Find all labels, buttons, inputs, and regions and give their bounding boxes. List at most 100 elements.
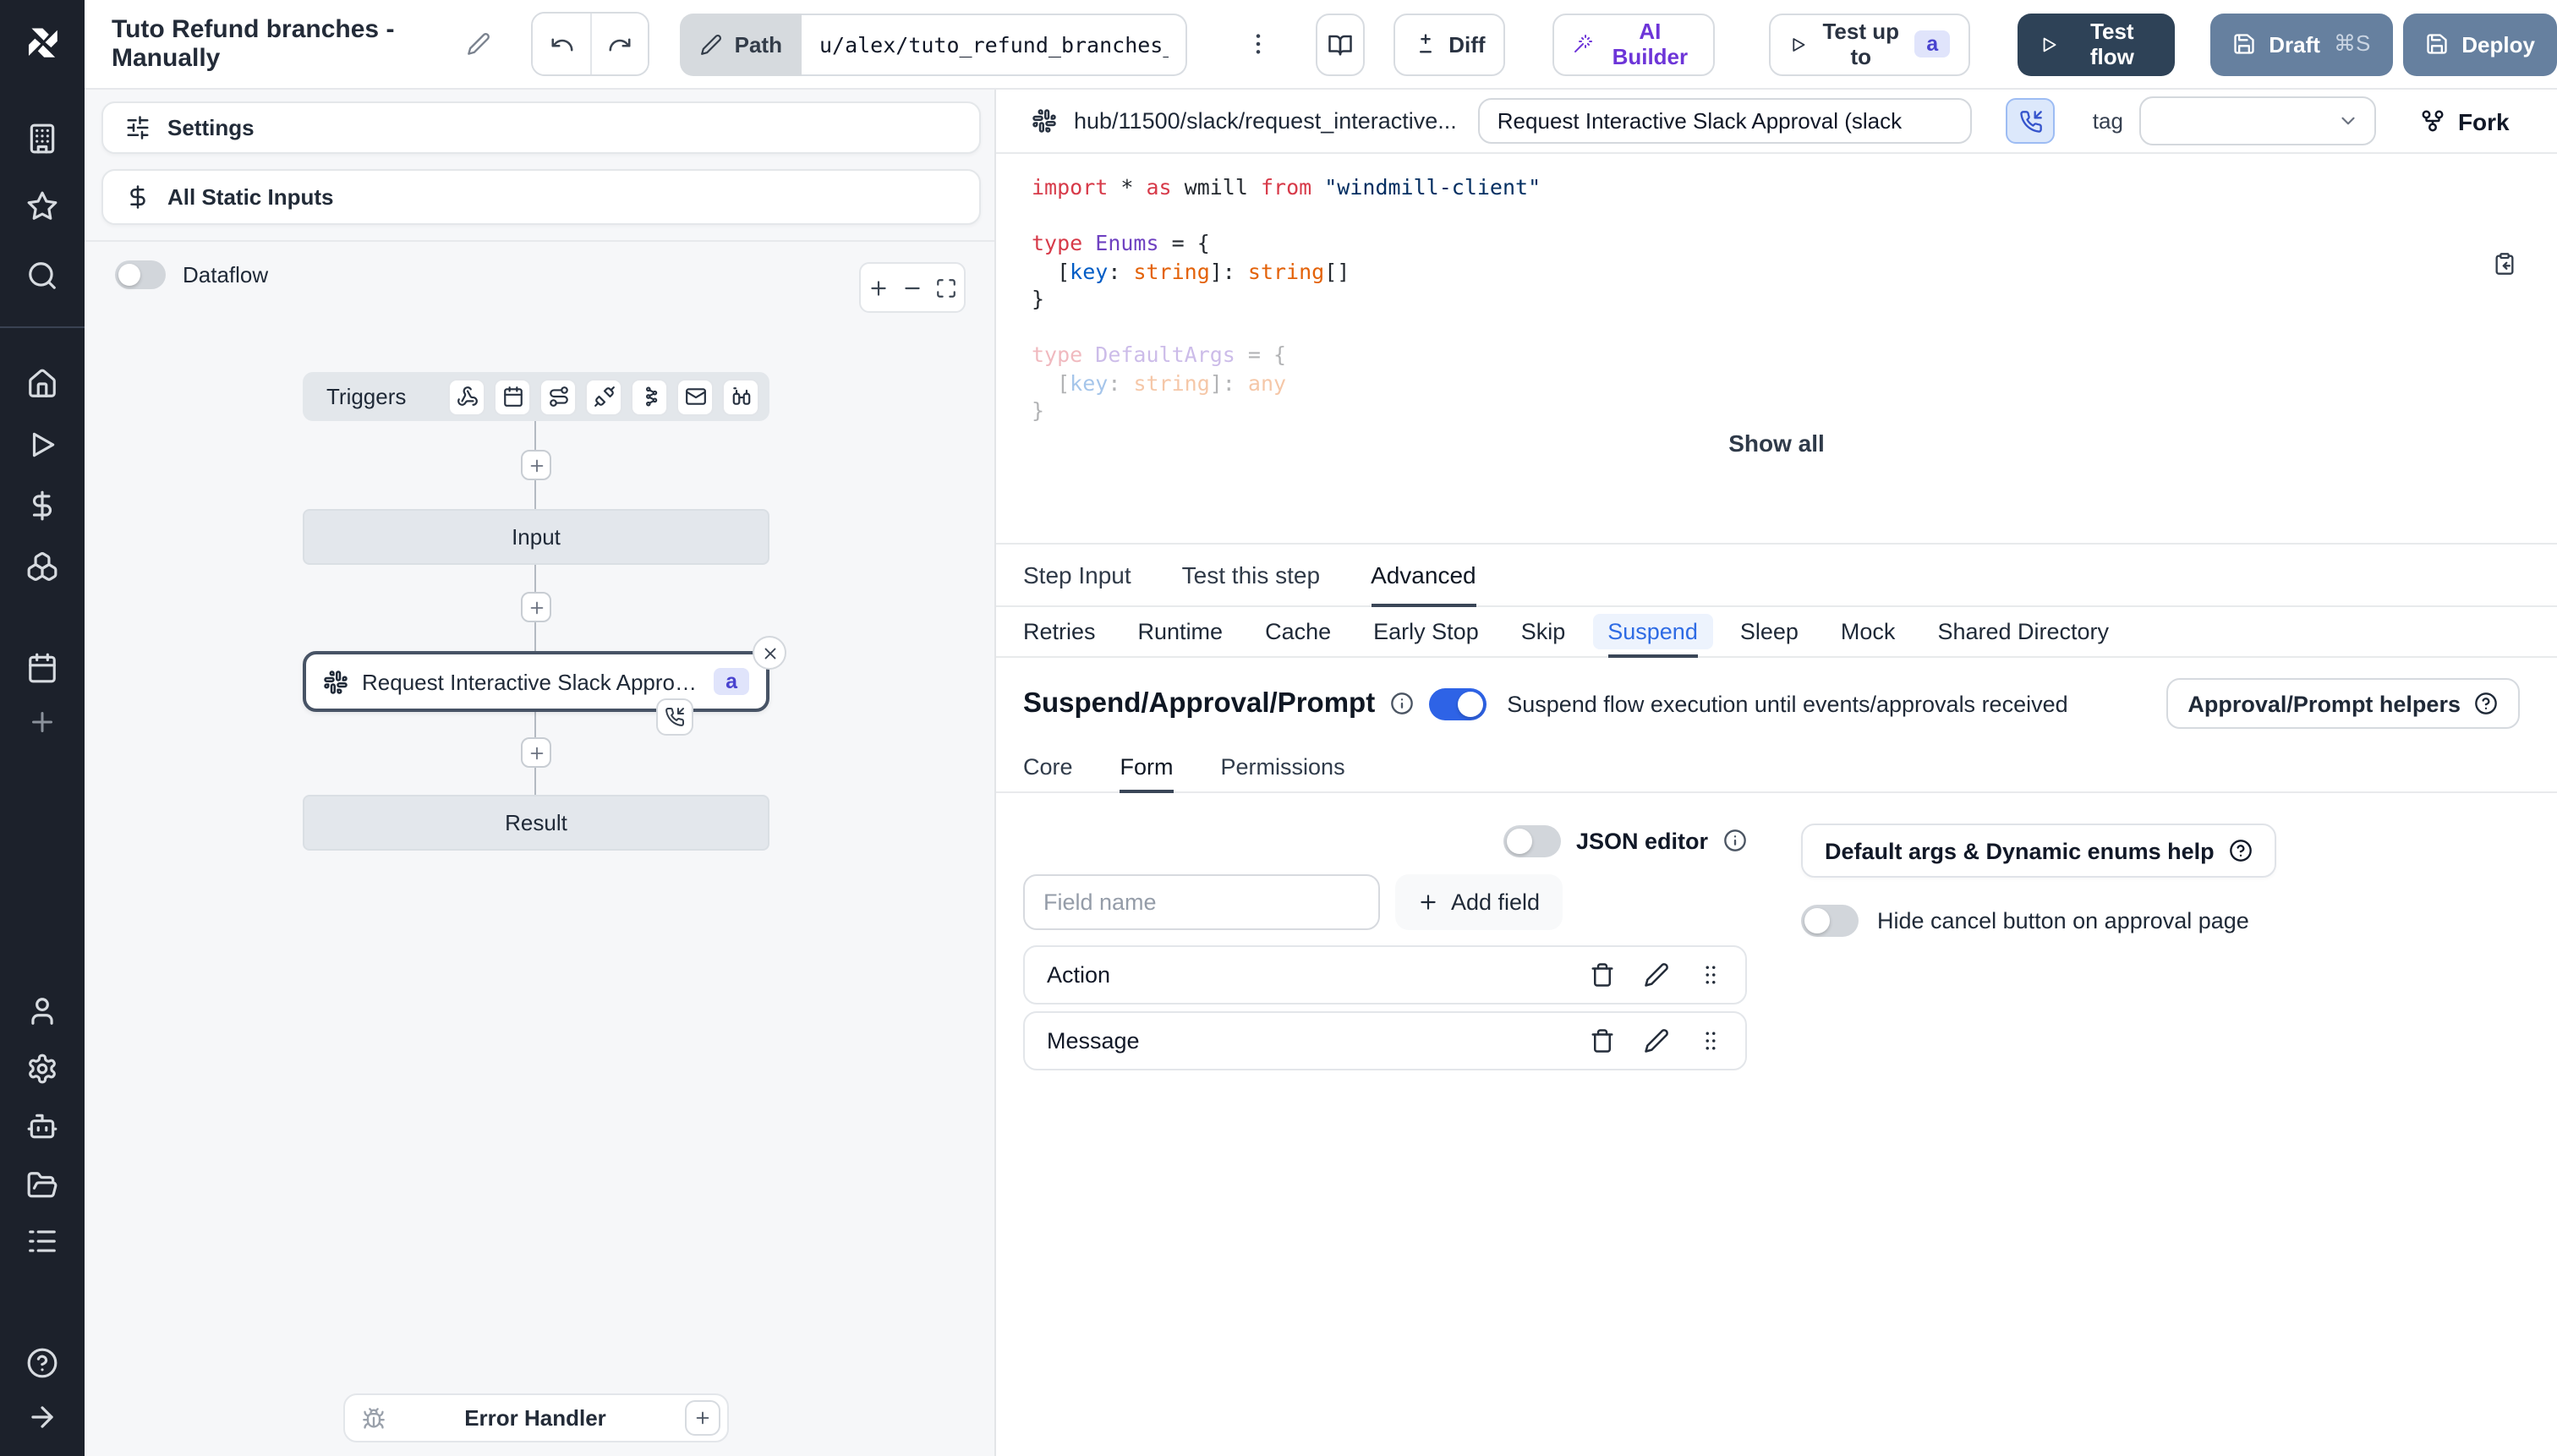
all-static-inputs-button[interactable]: All Static Inputs xyxy=(101,169,981,225)
docs-book-icon[interactable] xyxy=(1316,13,1365,75)
tab-advanced[interactable]: Advanced xyxy=(1371,545,1476,607)
audit-list-icon[interactable] xyxy=(19,1218,65,1264)
subtab-runtime[interactable]: Runtime xyxy=(1138,607,1224,658)
error-handler-node[interactable]: Error Handler xyxy=(343,1393,729,1442)
sidebar-divider xyxy=(0,326,85,328)
undo-button[interactable] xyxy=(533,14,591,74)
websocket-trigger-icon[interactable] xyxy=(585,378,622,415)
delete-node-icon[interactable] xyxy=(753,636,786,670)
test-up-to-button[interactable]: Test up to a xyxy=(1769,13,1971,75)
schedules-calendar-icon[interactable] xyxy=(19,645,65,691)
subtab-early-stop[interactable]: Early Stop xyxy=(1373,607,1479,658)
zoom-out-icon[interactable] xyxy=(901,276,923,298)
redo-button[interactable] xyxy=(590,14,649,74)
help-circle-icon xyxy=(2475,692,2497,714)
user-icon[interactable] xyxy=(19,988,65,1034)
http-route-trigger-icon[interactable] xyxy=(539,378,577,415)
search-icon[interactable] xyxy=(19,253,65,298)
edit-title-icon[interactable] xyxy=(468,32,491,56)
subtab-suspend[interactable]: Suspend xyxy=(1592,607,1713,658)
info-icon[interactable] xyxy=(1390,692,1414,715)
edit-field-icon[interactable] xyxy=(1644,1028,1669,1054)
drag-handle-icon[interactable] xyxy=(1698,962,1723,988)
suspend-phone-badge-icon[interactable] xyxy=(656,698,693,736)
error-handler-label: Error Handler xyxy=(464,1405,606,1431)
slack-approval-node[interactable]: Request Interactive Slack Approval (... … xyxy=(303,651,769,712)
settings-gear-icon[interactable] xyxy=(19,1046,65,1092)
email-trigger-icon[interactable] xyxy=(676,378,714,415)
tag-select[interactable] xyxy=(2139,96,2377,145)
fit-view-icon[interactable] xyxy=(936,276,958,298)
hide-cancel-row: Hide cancel button on approval page xyxy=(1801,905,2520,937)
hub-script-path[interactable]: hub/11500/slack/request_interactive... xyxy=(1074,108,1457,134)
favorites-star-icon[interactable] xyxy=(19,183,65,229)
info-icon[interactable] xyxy=(1723,829,1747,852)
workers-bot-icon[interactable] xyxy=(19,1103,65,1149)
suspend-tab-permissions[interactable]: Permissions xyxy=(1221,742,1345,793)
insert-step-button[interactable] xyxy=(521,592,551,622)
webhook-trigger-icon[interactable] xyxy=(448,378,485,415)
dataflow-toggle[interactable] xyxy=(115,260,166,289)
json-editor-toggle[interactable] xyxy=(1503,824,1561,857)
folders-icon[interactable] xyxy=(19,1163,65,1208)
subtab-skip[interactable]: Skip xyxy=(1521,607,1566,658)
workspace-icon[interactable] xyxy=(19,116,65,161)
resources-boxes-icon[interactable] xyxy=(19,544,65,589)
add-error-handler-icon[interactable] xyxy=(685,1400,720,1436)
subtab-retries[interactable]: Retries xyxy=(1023,607,1096,658)
flow-settings-button[interactable]: Settings xyxy=(101,101,981,154)
home-icon[interactable] xyxy=(19,361,65,407)
kafka-trigger-icon[interactable] xyxy=(631,378,668,415)
insert-step-button[interactable] xyxy=(521,737,551,768)
show-all-button[interactable]: Show all xyxy=(996,424,2557,462)
insert-step-button[interactable] xyxy=(521,450,551,480)
draft-button[interactable]: Draft ⌘S xyxy=(2209,13,2393,75)
field-name-input[interactable] xyxy=(1023,874,1380,930)
clipboard-paste-icon[interactable] xyxy=(2493,252,2516,276)
test-flow-button[interactable]: Test flow xyxy=(2018,13,2175,75)
fork-button[interactable]: Fork xyxy=(2421,107,2510,134)
subtab-shared-directory[interactable]: Shared Directory xyxy=(1937,607,2109,658)
triggers-node[interactable]: Triggers xyxy=(303,372,769,421)
suspend-description: Suspend flow execution until events/appr… xyxy=(1507,691,2068,716)
suspend-tab-core[interactable]: Core xyxy=(1023,742,1073,793)
suspend-phone-icon[interactable] xyxy=(2006,98,2056,144)
variables-dollar-icon[interactable] xyxy=(19,483,65,528)
git-fork-icon xyxy=(2423,110,2445,132)
input-node[interactable]: Input xyxy=(303,509,769,565)
diff-button[interactable]: Diff xyxy=(1393,13,1506,75)
subtab-mock[interactable]: Mock xyxy=(1841,607,1896,658)
zoom-in-icon[interactable] xyxy=(867,276,889,298)
windmill-logo-icon[interactable] xyxy=(20,20,64,64)
deploy-button[interactable]: Deploy xyxy=(2402,13,2557,75)
schedule-trigger-icon[interactable] xyxy=(494,378,531,415)
ai-builder-button[interactable]: AI Builder xyxy=(1552,13,1716,75)
subtab-sleep[interactable]: Sleep xyxy=(1740,607,1799,658)
add-field-button[interactable]: Add field xyxy=(1395,874,1563,930)
edit-field-icon[interactable] xyxy=(1644,962,1669,988)
approval-prompt-helpers-button[interactable]: Approval/Prompt helpers xyxy=(2166,678,2520,729)
more-menu-icon[interactable] xyxy=(1239,24,1279,64)
hide-cancel-toggle[interactable] xyxy=(1801,905,1859,937)
suspend-enabled-toggle[interactable] xyxy=(1429,687,1487,720)
undo-redo-group xyxy=(531,12,650,76)
poll-trigger-icon[interactable] xyxy=(722,378,759,415)
play-icon xyxy=(2043,36,2056,52)
tab-test-this-step[interactable]: Test this step xyxy=(1182,545,1320,607)
delete-field-icon[interactable] xyxy=(1590,1028,1615,1054)
path-input[interactable] xyxy=(802,13,1188,75)
tab-step-input[interactable]: Step Input xyxy=(1023,545,1131,607)
delete-field-icon[interactable] xyxy=(1590,962,1615,988)
result-node[interactable]: Result xyxy=(303,795,769,851)
subtab-cache[interactable]: Cache xyxy=(1265,607,1331,658)
runs-play-icon[interactable] xyxy=(19,422,65,468)
collapse-arrow-icon[interactable] xyxy=(19,1394,65,1440)
create-plus-icon[interactable] xyxy=(20,700,64,744)
drag-handle-icon[interactable] xyxy=(1698,1028,1723,1054)
code-editor[interactable]: import * as wmill from "windmill-client"… xyxy=(996,154,2557,424)
default-args-help-button[interactable]: Default args & Dynamic enums help xyxy=(1801,824,2277,878)
path-edit-button[interactable]: Path xyxy=(680,13,802,75)
suspend-tab-form[interactable]: Form xyxy=(1120,742,1174,793)
help-icon[interactable] xyxy=(19,1340,65,1386)
step-summary-input[interactable] xyxy=(1478,98,1973,144)
